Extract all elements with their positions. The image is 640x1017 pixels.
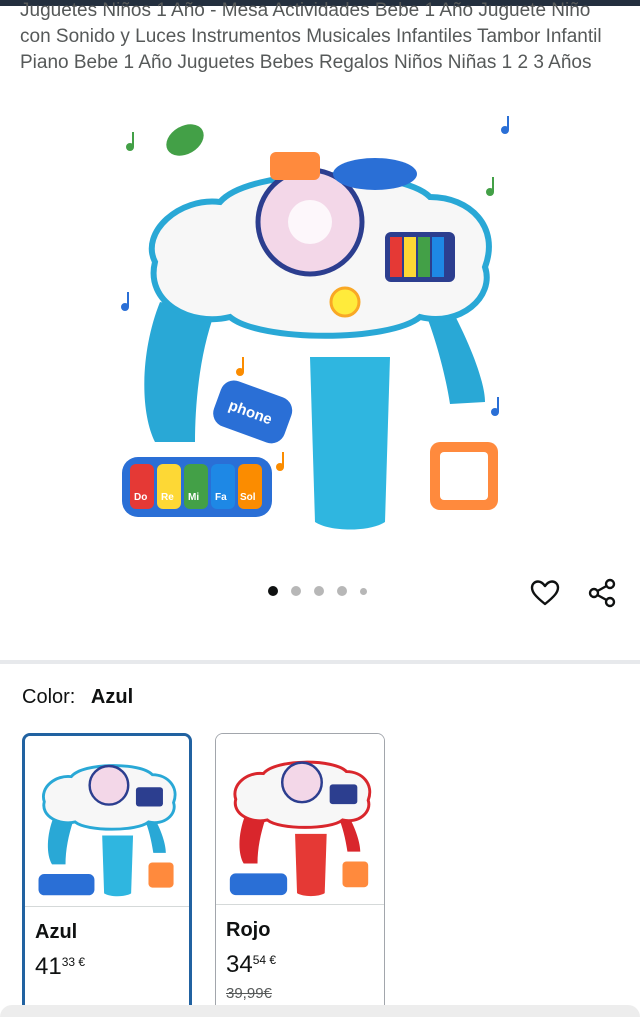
carousel-dot[interactable] xyxy=(360,587,367,595)
key-do: Do xyxy=(134,492,147,503)
variant-thumbnail xyxy=(216,734,384,904)
product-title: Juguetes Niños 1 Año - Mesa Actividades … xyxy=(20,0,602,73)
carousel-indicator xyxy=(268,586,367,596)
heart-icon[interactable] xyxy=(529,577,561,609)
color-label: Color: xyxy=(22,686,76,708)
carousel-dot[interactable] xyxy=(291,586,301,596)
share-icon[interactable] xyxy=(587,577,619,609)
color-selector-label: Color: Azul xyxy=(22,686,133,709)
bottom-sheet-edge xyxy=(0,1005,640,1017)
carousel-dot[interactable] xyxy=(314,586,324,596)
key-mi: Mi xyxy=(188,492,199,503)
key-sol: Sol xyxy=(240,492,256,503)
selected-color: Azul xyxy=(90,686,134,708)
variant-name: Rojo xyxy=(226,919,271,941)
color-option-rojo[interactable]: Rojo 3454 € 39,99€ xyxy=(215,733,385,1017)
section-divider xyxy=(0,660,640,664)
product-main-image[interactable]: phone Do Re Mi Fa Sol xyxy=(100,112,540,542)
color-option-azul[interactable]: Azul 4133 € xyxy=(22,733,192,1017)
variant-list-price: 39,99€ xyxy=(226,985,272,1002)
carousel-dot[interactable] xyxy=(337,586,347,596)
variant-price: 3454 € xyxy=(226,951,277,978)
variant-thumbnail xyxy=(25,736,189,906)
variant-price: 4133 € xyxy=(35,953,86,980)
variant-name: Azul xyxy=(35,921,78,943)
key-re: Re xyxy=(161,492,174,503)
key-fa: Fa xyxy=(215,492,227,503)
carousel-dot[interactable] xyxy=(268,586,278,596)
